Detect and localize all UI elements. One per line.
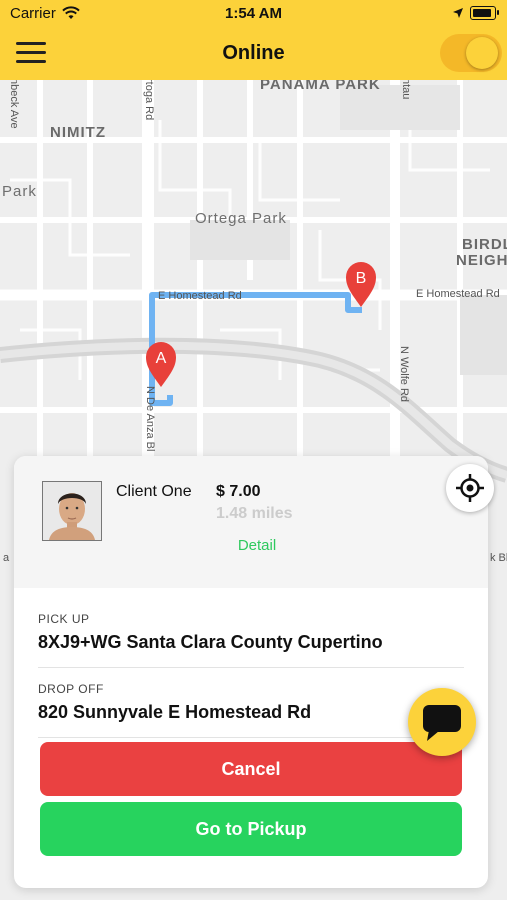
trip-card: Client One $ 7.00 1.48 miles Detail PICK… [14,456,488,888]
map-label-left-a: a [3,552,10,564]
map-label-n-wolfe-rd: N Wolfe Rd [398,346,410,403]
online-toggle[interactable] [440,34,502,72]
map-label-nimitz: NIMITZ [50,124,106,141]
map-label-ortega-rd: rtoga Rd [143,80,155,121]
map-label-panama-park: PANAMA PARK [260,80,381,93]
status-bar: Carrier 1:54 AM [0,0,507,28]
marker-a-label: A [156,350,167,367]
dropoff-label: DROP OFF [38,682,104,696]
location-arrow-icon [453,8,463,18]
map-label-e-homestead-2: E Homestead Rd [416,288,500,300]
trip-distance: 1.48 miles [216,505,293,522]
toggle-knob [466,37,498,69]
map-label-park: Park [2,183,37,200]
map-label-n-de-anza: N De Anza Bl [144,386,156,452]
client-photo [43,482,101,540]
pickup-address: 8XJ9+WG Santa Clara County Cupertino [38,632,383,652]
map-label-finch: nbeck Ave [8,80,20,129]
go-to-pickup-button[interactable]: Go to Pickup [40,802,462,856]
section-divider [38,737,464,738]
client-name: Client One [116,483,192,500]
chat-bubble-icon [423,705,461,741]
crosshair-locate-icon [456,474,484,502]
map-label-right-bl: k Bl [490,552,507,564]
pickup-label: PICK UP [38,612,90,626]
map-label-birdland-2: NEIGH [456,252,507,269]
cancel-button[interactable]: Cancel [40,742,462,796]
locate-button[interactable] [446,464,494,512]
detail-link[interactable]: Detail [214,537,300,554]
status-time: 1:54 AM [225,5,282,22]
map-label-tantau: ntau [400,80,412,100]
map-label-e-homestead-1: E Homestead Rd [158,290,242,302]
map-label-ortega-park: Ortega Park [195,210,287,227]
battery-tip [497,10,499,15]
section-divider [38,667,464,668]
hamburger-menu-icon[interactable] [16,42,46,66]
chat-button[interactable] [408,688,476,756]
map-label-birdland-1: BIRDL [462,236,507,253]
top-nav-bar: Online [0,28,507,80]
page-title: Online [222,42,285,64]
battery-icon [470,6,496,20]
avatar [42,481,102,541]
dropoff-address: 820 Sunnyvale E Homestead Rd [38,702,312,722]
marker-b-label: B [356,270,367,287]
client-summary: Client One $ 7.00 1.48 miles Detail [14,456,488,588]
trip-price: $ 7.00 [216,483,261,500]
